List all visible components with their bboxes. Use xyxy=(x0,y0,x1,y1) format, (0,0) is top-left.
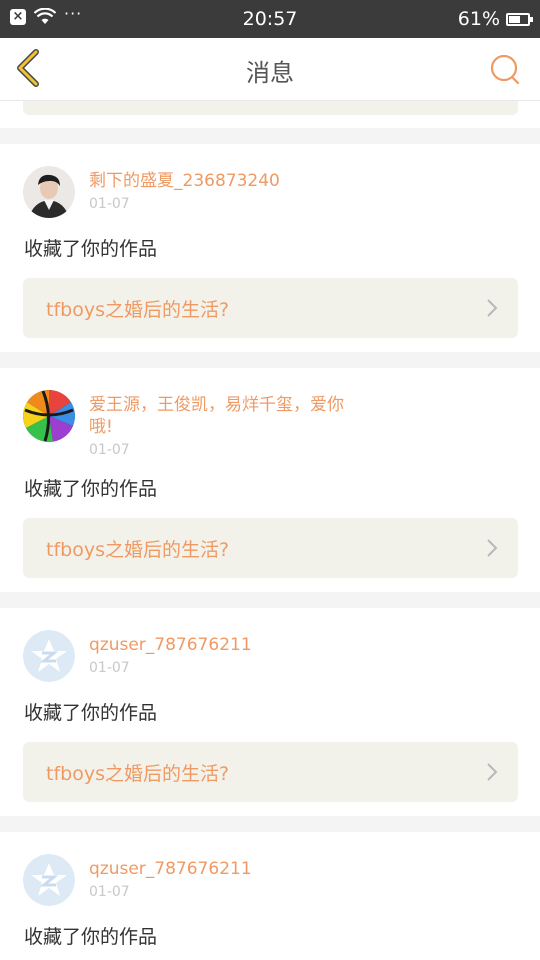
message-meta: 爱王源，王俊凯，易烊千玺，爱你哦! 01-07 xyxy=(89,390,349,458)
avatar[interactable] xyxy=(23,854,75,906)
message-date: 01-07 xyxy=(89,196,130,212)
message-date: 01-07 xyxy=(89,660,130,676)
chevron-right-icon xyxy=(487,539,498,557)
message-action: 收藏了你的作品 xyxy=(24,238,158,260)
card-gap xyxy=(0,352,540,368)
message-header: qzuser_787676211 01-07 xyxy=(23,630,518,682)
username[interactable]: qzuser_787676211 xyxy=(89,858,252,880)
message-header: 爱王源，王俊凯，易烊千玺，爱你哦! 01-07 xyxy=(23,390,518,458)
message-header: qzuser_787676211 01-07 xyxy=(23,854,518,906)
card-gap xyxy=(0,816,540,832)
message-action: 收藏了你的作品 xyxy=(24,478,158,500)
previous-work-link[interactable] xyxy=(23,101,518,115)
photo-avatar-icon xyxy=(23,166,75,218)
card-gap xyxy=(0,592,540,608)
message-header: 剩下的盛夏_236873240 01-07 xyxy=(23,166,518,218)
username[interactable]: 剩下的盛夏_236873240 xyxy=(89,170,280,192)
username[interactable]: 爱王源，王俊凯，易烊千玺，爱你哦! xyxy=(89,394,349,438)
message-list[interactable]: 剩下的盛夏_236873240 01-07 收藏了你的作品 tfboys之婚后的… xyxy=(0,101,540,960)
qzone-default-avatar-icon xyxy=(23,854,75,906)
search-button[interactable] xyxy=(488,52,522,86)
rainbow-ball-avatar-icon xyxy=(23,390,75,442)
previous-card-fragment xyxy=(0,101,540,128)
message-meta: qzuser_787676211 01-07 xyxy=(89,630,252,676)
message-card: qzuser_787676211 01-07 收藏了你的作品 tfboys之婚后… xyxy=(0,608,540,816)
nav-bar: 消息 xyxy=(0,38,540,101)
status-bar: × ··· 20:57 61% xyxy=(0,0,540,38)
avatar[interactable] xyxy=(23,166,75,218)
message-card: qzuser_787676211 01-07 收藏了你的作品 xyxy=(0,832,540,960)
work-link[interactable]: tfboys之婚后的生活? xyxy=(23,518,518,578)
avatar[interactable] xyxy=(23,630,75,682)
search-icon xyxy=(490,54,520,85)
battery-icon xyxy=(506,12,533,26)
work-title: tfboys之婚后的生活? xyxy=(46,762,230,785)
avatar[interactable] xyxy=(23,390,75,442)
work-title: tfboys之婚后的生活? xyxy=(46,538,230,561)
message-action: 收藏了你的作品 xyxy=(24,702,158,724)
status-right: 61% xyxy=(457,8,533,30)
card-gap xyxy=(0,128,540,144)
message-card: 爱王源，王俊凯，易烊千玺，爱你哦! 01-07 收藏了你的作品 tfboys之婚… xyxy=(0,368,540,592)
page-title: 消息 xyxy=(246,59,294,87)
screen: × ··· 20:57 61% 消息 剩下的盛夏_236873240 01-07… xyxy=(0,0,540,960)
qzone-default-avatar-icon xyxy=(23,630,75,682)
work-title: tfboys之婚后的生活? xyxy=(46,298,230,321)
message-date: 01-07 xyxy=(89,884,130,900)
message-meta: qzuser_787676211 01-07 xyxy=(89,854,252,900)
message-card: 剩下的盛夏_236873240 01-07 收藏了你的作品 tfboys之婚后的… xyxy=(0,144,540,352)
message-date: 01-07 xyxy=(89,442,130,458)
chevron-right-icon xyxy=(487,763,498,781)
chevron-right-icon xyxy=(487,299,498,317)
username[interactable]: qzuser_787676211 xyxy=(89,634,252,656)
message-meta: 剩下的盛夏_236873240 01-07 xyxy=(89,166,280,212)
back-button[interactable] xyxy=(10,48,50,88)
work-link[interactable]: tfboys之婚后的生活? xyxy=(23,742,518,802)
battery-percent: 61% xyxy=(457,8,500,30)
work-link[interactable]: tfboys之婚后的生活? xyxy=(23,278,518,338)
message-action: 收藏了你的作品 xyxy=(24,926,158,948)
chevron-left-icon xyxy=(17,49,39,87)
